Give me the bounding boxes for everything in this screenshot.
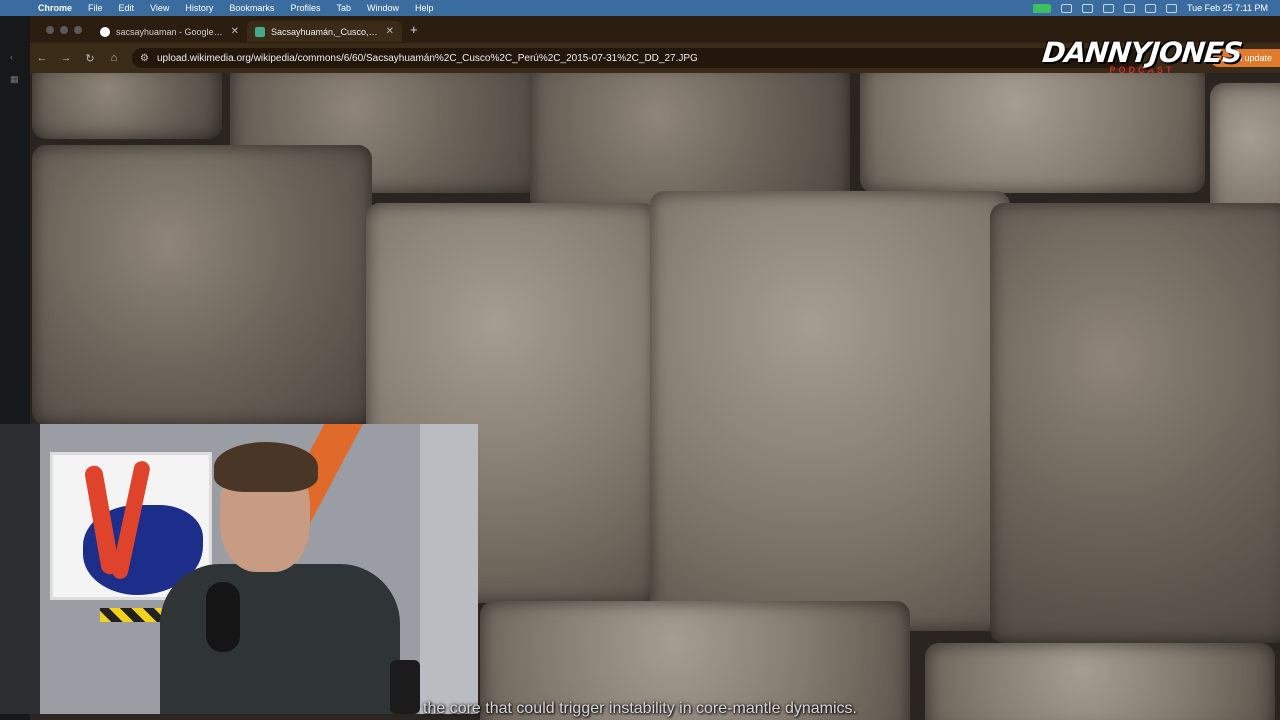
site-info-icon[interactable]: ⚙ [140,53,149,64]
background-wall [0,424,40,714]
webcam-overlay [0,424,478,714]
tray-icon-1[interactable] [1060,3,1072,13]
close-tab-icon[interactable]: ✕ [231,26,239,37]
reload-button[interactable]: ↻ [78,52,102,65]
back-sidebar-icon[interactable]: ‹ [10,52,20,62]
search-icon[interactable] [1144,3,1156,13]
menu-view[interactable]: View [142,3,177,13]
close-window-button[interactable] [46,25,54,34]
tab-wikimedia-image[interactable]: Sacsayhuamán,_Cusco,_Perú ✕ [247,21,402,42]
forward-button[interactable]: → [54,52,78,64]
menu-app-name[interactable]: Chrome [30,3,80,13]
menu-tab[interactable]: Tab [328,3,359,13]
grid-icon[interactable]: ▦ [10,74,20,84]
subtitle-caption: the core that could trigger instability … [423,700,857,717]
back-button[interactable]: ← [30,52,54,64]
tray-icon-3[interactable] [1102,3,1114,13]
tab-title: sacsayhuaman - Google Sea [116,26,225,37]
new-tab-button[interactable]: + [402,22,426,37]
menu-history[interactable]: History [177,3,221,13]
address-bar[interactable]: ⚙ upload.wikimedia.org/wikipedia/commons… [132,48,1142,68]
wifi-icon[interactable] [1123,3,1135,13]
status-tray: Tue Feb 25 7:11 PM [1032,0,1280,16]
menu-clock[interactable]: Tue Feb 25 7:11 PM [1187,3,1268,13]
url-text: upload.wikimedia.org/wikipedia/commons/6… [156,52,698,64]
microphone [206,582,240,652]
home-button[interactable]: ⌂ [102,52,126,64]
stone-block [650,191,1010,631]
control-center-icon[interactable] [1165,3,1177,13]
stone-block [32,145,372,425]
host-hair [214,442,318,492]
window-controls [30,25,92,34]
macos-menu-bar: Chrome File Edit View History Bookmarks … [0,0,1280,16]
host-body [160,564,400,714]
logo-title: DANNYJONES [1040,36,1244,69]
menu-window[interactable]: Window [359,3,407,13]
tab-google-search[interactable]: sacsayhuaman - Google Sea ✕ [92,21,247,42]
menu-bookmarks[interactable]: Bookmarks [221,3,282,13]
close-tab-icon[interactable]: ✕ [386,26,394,37]
zoom-window-button[interactable] [74,25,82,34]
tray-icon-2[interactable] [1081,3,1093,13]
camera-indicator-icon[interactable] [1032,3,1051,13]
podcast-logo: DANNYJONES PODCAST [1040,36,1244,98]
menu-help[interactable]: Help [407,3,442,13]
wikimedia-icon [255,26,265,37]
door-frame [420,424,478,714]
menu-edit[interactable]: Edit [111,3,143,13]
google-icon [100,26,110,37]
menu-profiles[interactable]: Profiles [282,3,328,13]
menu-file[interactable]: File [80,3,111,13]
stone-block [990,203,1280,643]
stone-block [32,73,222,139]
tab-title: Sacsayhuamán,_Cusco,_Perú [271,26,380,37]
minimize-window-button[interactable] [60,25,68,34]
